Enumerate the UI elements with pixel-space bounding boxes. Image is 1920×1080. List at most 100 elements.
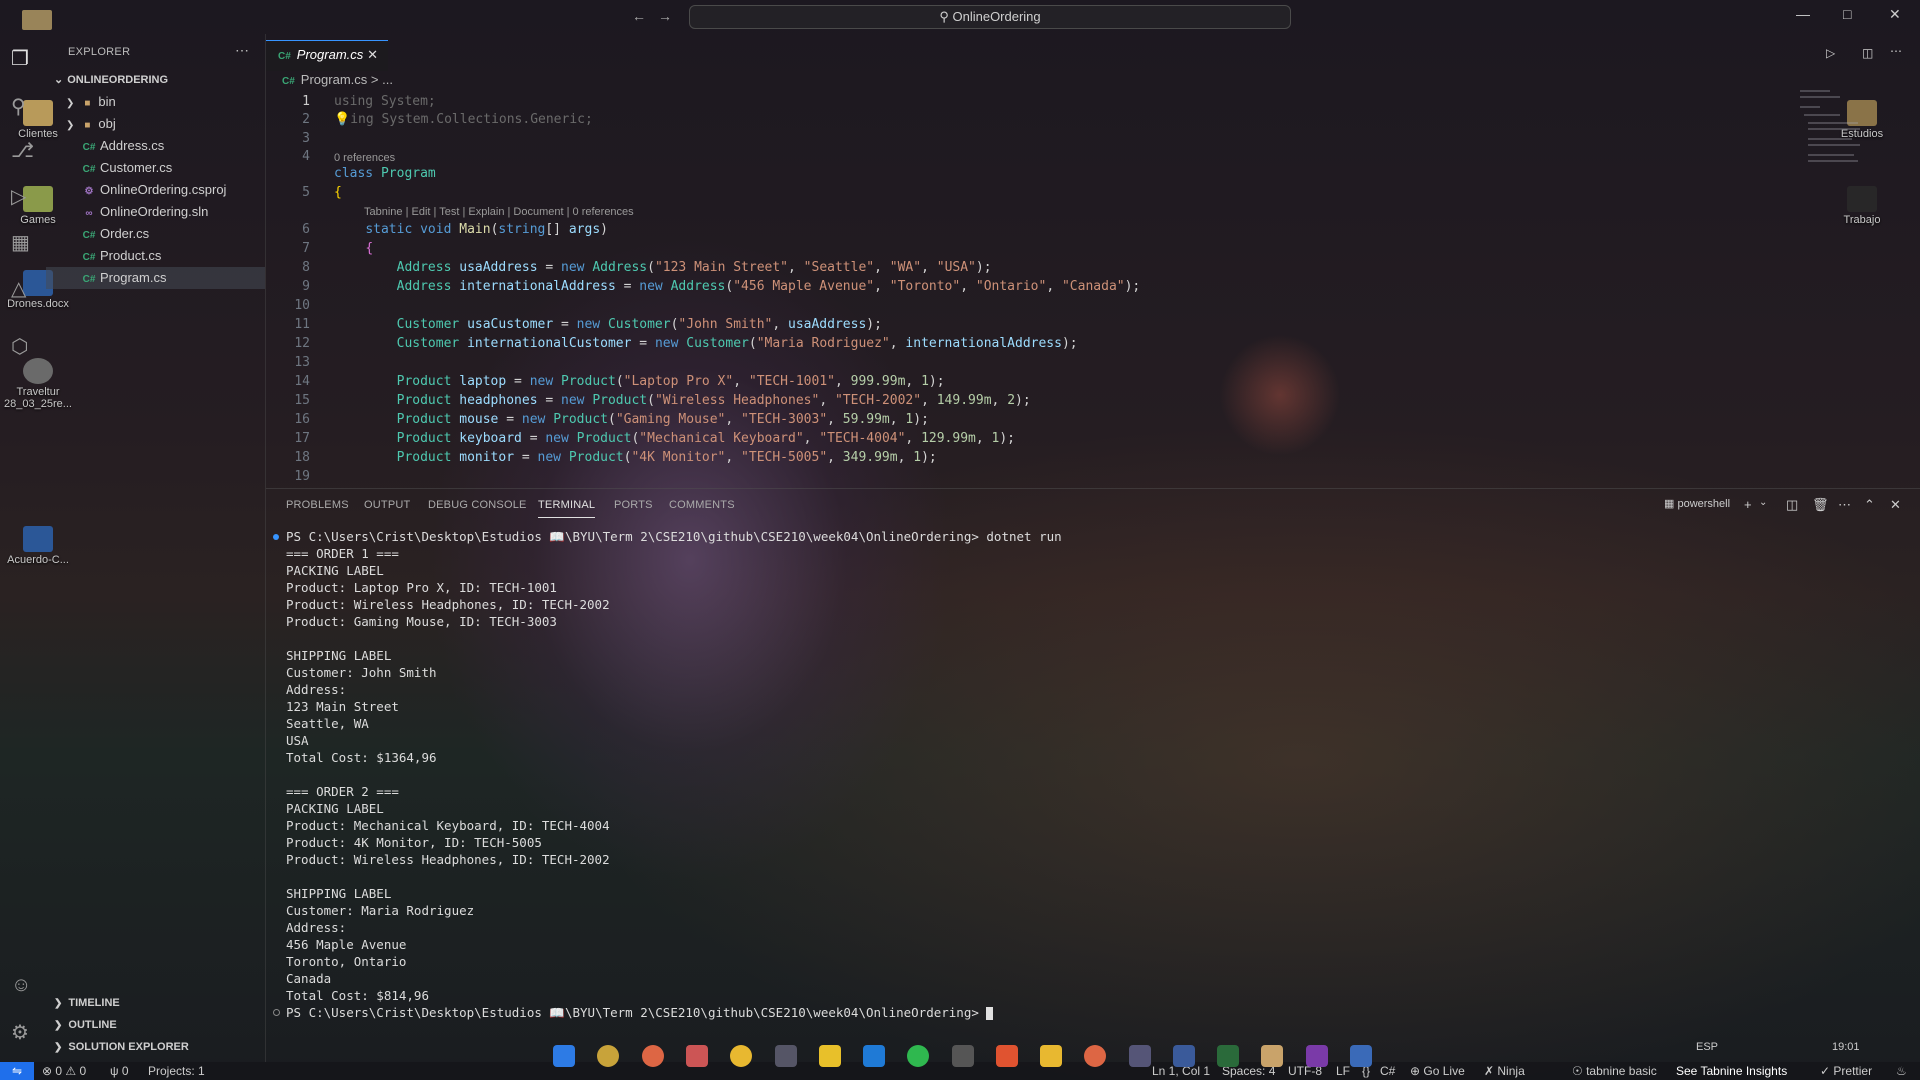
tab-program-cs[interactable]: C# Program.cs ✕	[266, 40, 388, 71]
minimap[interactable]	[1800, 90, 1860, 170]
outline-section[interactable]: ❯ OUTLINE	[46, 1014, 265, 1036]
terminal-cursor	[986, 1007, 994, 1020]
end-of-line[interactable]: LF	[1336, 1062, 1350, 1080]
tab-ports[interactable]: PORTS	[614, 499, 653, 511]
terminal-profile[interactable]: ▦ powershell	[1664, 497, 1730, 510]
line-number: 9	[302, 279, 310, 294]
visual-studio-icon[interactable]	[1173, 1045, 1195, 1067]
search-icon[interactable]: ⚲	[11, 94, 26, 119]
projects-indicator[interactable]: Projects: 1	[148, 1062, 205, 1080]
extensions-icon[interactable]: ▦	[11, 230, 30, 255]
tabnine-insights-link[interactable]: See Tabnine Insights	[1676, 1062, 1787, 1080]
prettier-button[interactable]: ✓ Prettier	[1820, 1062, 1872, 1080]
codelens-references[interactable]: 0 references	[334, 152, 395, 164]
sticky-notes-icon[interactable]	[819, 1045, 841, 1067]
language-indicator[interactable]: ESP	[1696, 1041, 1718, 1053]
chevron-down-icon[interactable]: ⌄	[1759, 497, 1767, 508]
app-icon[interactable]	[686, 1045, 708, 1067]
folder-icon: ■	[84, 120, 91, 131]
solution-explorer-section[interactable]: ❯ SOLUTION EXPLORER	[46, 1036, 265, 1058]
panel-more-icon[interactable]: ⋯	[1838, 497, 1851, 513]
new-terminal-icon[interactable]: +	[1744, 497, 1752, 512]
more-actions-icon[interactable]: ⋯	[235, 42, 249, 59]
remote-explorer-icon[interactable]: ⬡	[11, 334, 28, 359]
tree-item-obj[interactable]: ❯ ■ obj	[46, 113, 265, 135]
tree-item-customer[interactable]: C# Customer.cs	[46, 157, 265, 179]
chrome-icon[interactable]	[1084, 1045, 1106, 1067]
split-terminal-icon[interactable]: ◫	[1786, 497, 1798, 513]
csharp-file-icon: C#	[82, 230, 96, 241]
file-explorer-icon[interactable]	[1261, 1045, 1283, 1067]
whatsapp-icon[interactable]	[907, 1045, 929, 1067]
csharp-file-icon: C#	[82, 164, 96, 175]
breadcrumb-symbol[interactable]: > ...	[371, 72, 393, 87]
ports-indicator[interactable]: ψ 0	[110, 1062, 129, 1080]
tree-item-label: Product.cs	[100, 248, 162, 263]
line-number: 6	[302, 222, 310, 237]
accounts-icon[interactable]: ☺	[11, 974, 31, 997]
code-line: Product monitor = new Product("4K Monito…	[396, 450, 937, 465]
source-control-icon[interactable]: ⎇	[11, 138, 34, 163]
problems-indicator[interactable]: ⊗ 0 ⚠ 0	[42, 1062, 86, 1080]
run-debug-icon[interactable]: ▷	[11, 184, 26, 209]
clock[interactable]: 19:01	[1832, 1041, 1860, 1053]
ninja-button[interactable]: ✗ Ninja	[1484, 1062, 1525, 1080]
tabnine-status[interactable]: ☉ tabnine basic	[1572, 1062, 1657, 1080]
tree-item-product[interactable]: C# Product.cs	[46, 245, 265, 267]
breadcrumb-file[interactable]: Program.cs	[301, 72, 367, 87]
brave-icon[interactable]	[996, 1045, 1018, 1067]
app-icon[interactable]	[730, 1045, 752, 1067]
chrome-icon[interactable]	[642, 1045, 664, 1067]
settings-gear-icon[interactable]: ⚙	[11, 1020, 29, 1045]
tree-item-order[interactable]: C# Order.cs	[46, 223, 265, 245]
nav-back-button[interactable]: ←	[632, 8, 646, 24]
tree-item-address[interactable]: C# Address.cs	[46, 135, 265, 157]
tab-debug-console[interactable]: DEBUG CONSOLE	[428, 499, 527, 511]
editor-tabs: C# Program.cs ✕	[266, 40, 1920, 71]
terminal-line: Seattle, WA	[286, 716, 369, 731]
maximize-icon[interactable]: □	[1843, 6, 1851, 22]
close-tab-icon[interactable]: ✕	[367, 41, 378, 69]
command-center-search[interactable]: ⚲ OnlineOrdering	[689, 5, 1291, 29]
trash-icon[interactable]: 🗑	[1812, 497, 1829, 513]
app-icon[interactable]	[952, 1045, 974, 1067]
nav-forward-button[interactable]: →	[658, 8, 672, 24]
calculator-icon[interactable]	[775, 1045, 797, 1067]
terminal-line: Address:	[286, 682, 347, 697]
tab-comments[interactable]: COMMENTS	[669, 499, 735, 511]
go-live-button[interactable]: ⊕ Go Live	[1410, 1062, 1465, 1080]
vscode-icon[interactable]	[863, 1045, 885, 1067]
line-number: 2	[302, 112, 310, 127]
terminal-prompt-line: PS C:\Users\Crist\Desktop\Estudios 📖\BYU…	[286, 1005, 994, 1021]
app-icon[interactable]	[1040, 1045, 1062, 1067]
tree-item-sln[interactable]: ∞ OnlineOrdering.sln	[46, 201, 265, 223]
tree-item-csproj[interactable]: ⚙ OnlineOrdering.csproj	[46, 179, 265, 201]
maximize-panel-icon[interactable]: ⌃	[1864, 497, 1875, 513]
language-mode[interactable]: C#	[1380, 1062, 1395, 1080]
close-window-icon[interactable]: ✕	[1889, 6, 1901, 23]
postgres-icon[interactable]	[1129, 1045, 1151, 1067]
app-icon[interactable]	[1217, 1045, 1239, 1067]
onenote-icon[interactable]	[1306, 1045, 1328, 1067]
windows-start-icon[interactable]	[553, 1045, 575, 1067]
tab-output[interactable]: OUTPUT	[364, 499, 410, 511]
line-number: 5	[302, 185, 310, 200]
word-app-icon[interactable]	[597, 1045, 619, 1067]
bell-icon[interactable]: ♨	[1896, 1062, 1907, 1080]
tree-item-program[interactable]: C# Program.cs	[46, 267, 265, 289]
tab-terminal[interactable]: TERMINAL	[538, 499, 596, 518]
tab-problems[interactable]: PROBLEMS	[286, 499, 349, 511]
remote-indicator-icon[interactable]: ⇋	[0, 1062, 34, 1080]
tree-item-bin[interactable]: ❯ ■ bin	[46, 91, 265, 113]
terminal-line: 123 Main Street	[286, 699, 399, 714]
minimize-icon[interactable]: —	[1796, 6, 1810, 22]
code-editor[interactable]: 1 2 3 4 5 6 7 8 9 10 11 12 13 14 15 16 1…	[266, 92, 1920, 484]
explorer-icon[interactable]: ❐	[11, 46, 29, 71]
terminal-line: USA	[286, 733, 309, 748]
app-icon[interactable]	[1350, 1045, 1372, 1067]
timeline-section[interactable]: ❯ TIMELINE	[46, 992, 265, 1014]
testing-icon[interactable]: △	[11, 276, 26, 301]
close-panel-icon[interactable]: ✕	[1890, 497, 1901, 513]
project-root[interactable]: ⌄ ONLINEORDERING	[46, 69, 265, 91]
codelens-tabnine[interactable]: Tabnine | Edit | Test | Explain | Docume…	[364, 206, 634, 218]
